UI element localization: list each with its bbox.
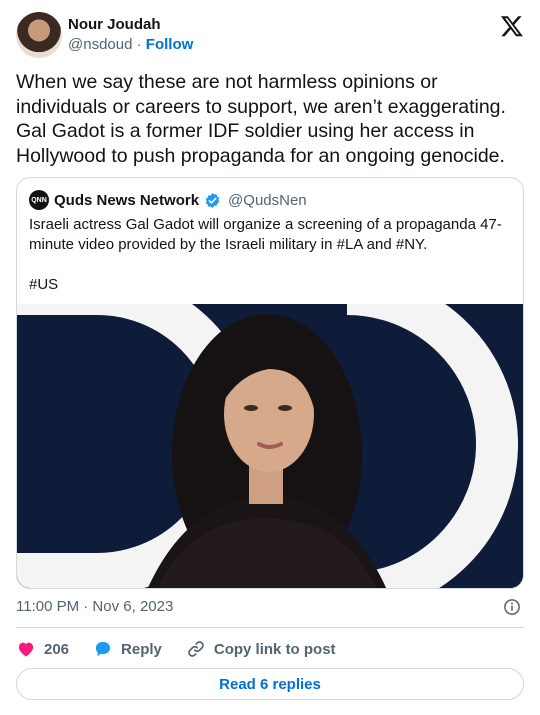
action-bar: 206 Reply Copy link to post [16,638,360,660]
quoted-author-name: Quds News Network [54,191,200,209]
quoted-photo[interactable] [17,273,523,588]
quoted-author-handle: @QudsNen [228,191,307,209]
divider [16,627,524,628]
verified-badge-icon [205,192,220,208]
reply-bubble-icon [95,641,111,657]
read-replies-button[interactable]: Read 6 replies [16,668,524,700]
author-handle[interactable]: @nsdoud [68,36,132,53]
quoted-tweet[interactable]: QNN Quds News Network @QudsNen Israeli a… [16,177,524,589]
photo-illustration [17,273,523,588]
author-avatar[interactable] [16,12,62,58]
tweet-timestamp[interactable]: 11:00 PM · Nov 6, 2023 [16,598,173,615]
quoted-text: Israeli actress Gal Gadot will organize … [29,216,502,293]
follow-button[interactable]: Follow [146,36,194,53]
quoted-avatar: QNN [29,190,49,210]
author-handle-row: @nsdoud · Follow [68,36,193,53]
link-icon [188,641,204,657]
copy-link-label: Copy link to post [213,640,336,658]
reply-button[interactable]: Reply [93,639,162,659]
quoted-header: QNN Quds News Network @QudsNen [29,190,307,210]
author-name[interactable]: Nour Joudah [68,16,161,33]
like-button[interactable]: 206 [16,639,69,659]
x-logo-icon[interactable] [500,14,524,38]
copy-link-button[interactable]: Copy link to post [186,639,336,659]
like-count: 206 [44,640,70,658]
tweet-text: When we say these are not harmless opini… [16,71,506,167]
separator-dot: · [136,36,142,53]
tweet-header: Nour Joudah @nsdoud · Follow [16,12,524,60]
heart-icon [18,642,34,657]
reply-label: Reply [121,640,162,658]
info-icon[interactable] [503,598,521,616]
